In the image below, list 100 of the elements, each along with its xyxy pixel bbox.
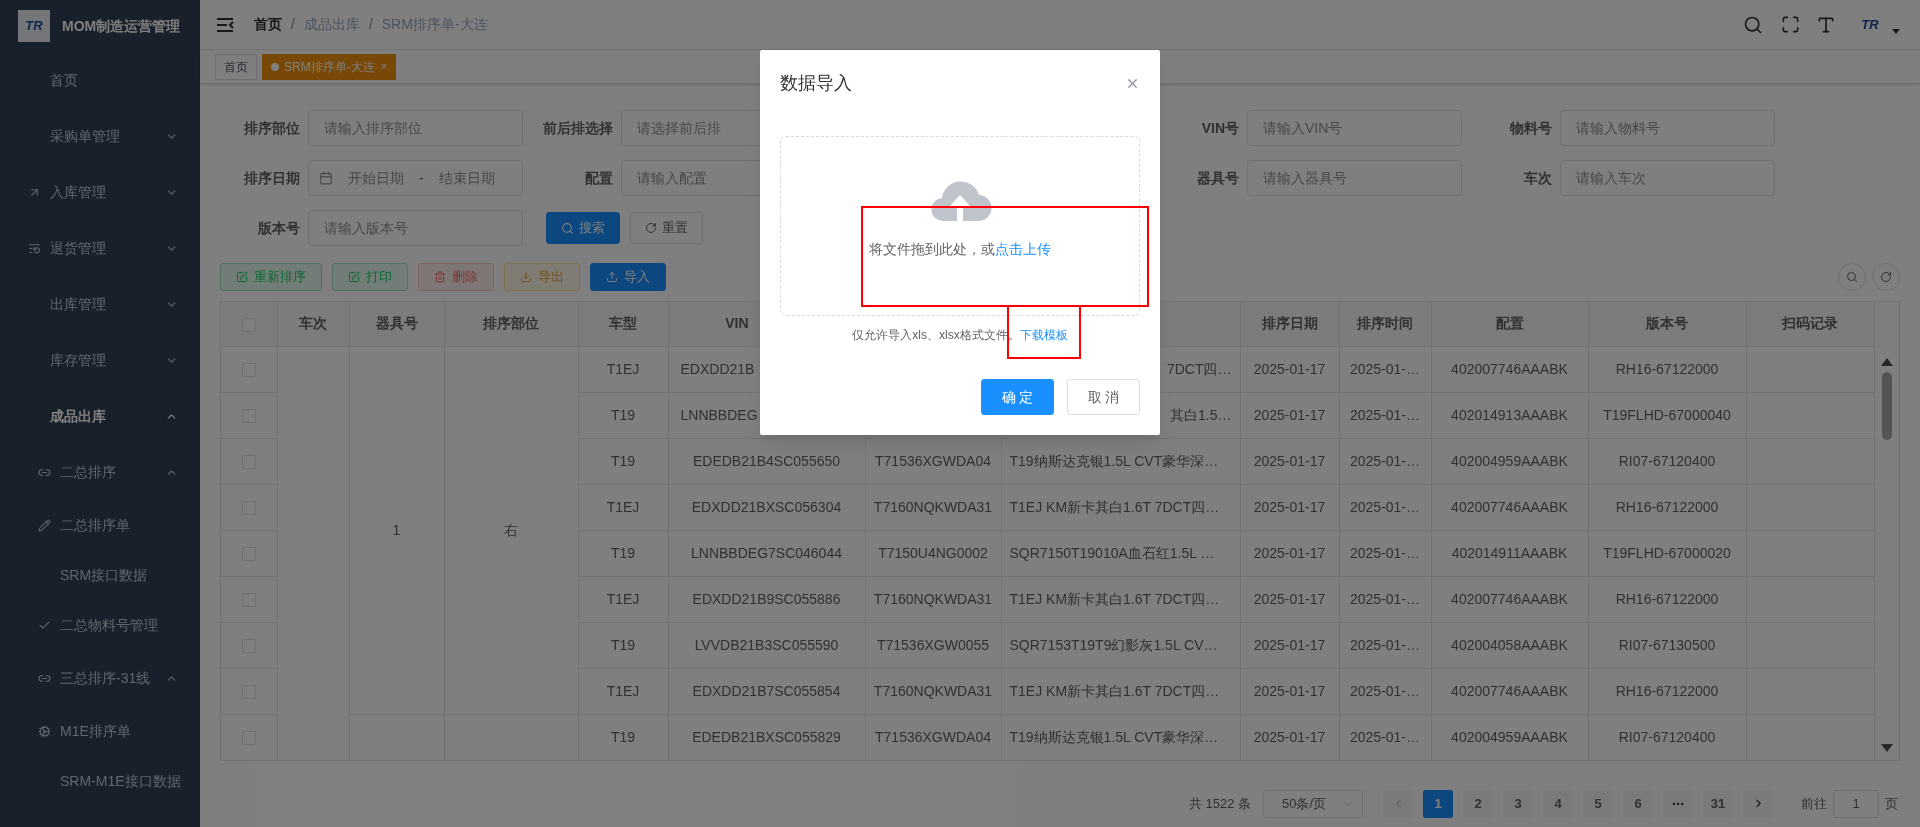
sidebar-item[interactable]: 成品出库 <box>0 388 200 444</box>
table-cell: T19 <box>610 636 636 653</box>
table-cell: 2025-01-… <box>1349 498 1420 515</box>
table-cell: T1EJ <box>606 360 640 377</box>
table-cell: 2025-01-… <box>1349 682 1420 699</box>
total-count: 共 1522 条 <box>1188 794 1251 813</box>
table-cell: 402007746AAABK <box>1451 590 1568 607</box>
dialog-title: 数据导入 <box>780 71 853 95</box>
cancel-button[interactable]: 取 消 <box>1067 379 1140 415</box>
table-cell: 2025-01-17 <box>1253 406 1326 423</box>
sidebar-item[interactable]: 库存管理 <box>0 332 200 388</box>
breadcrumb-separator: / <box>368 15 373 34</box>
page-button[interactable]: 5 <box>1583 789 1613 818</box>
table-cell: 2025-01-17 <box>1253 360 1326 377</box>
table-cell: LNNBBDEG <box>680 406 758 423</box>
sidebar-item[interactable]: M1E排序单 <box>0 706 200 756</box>
page-tab[interactable]: SRM排序单-大连 × <box>262 53 397 80</box>
table-cell: SQR7150T19010A血石红1.5L … <box>1009 544 1215 561</box>
goto-page-field[interactable]: 1 <box>1833 789 1879 818</box>
page-button[interactable]: 31 <box>1703 789 1733 818</box>
column-header: 扫码记录 <box>1782 315 1838 332</box>
table-cell: RI07-67130500 <box>1618 636 1716 653</box>
table-cell: T19FLHD-67000020 <box>1603 544 1731 561</box>
table-cell: 2025-01-… <box>1349 452 1420 469</box>
sidebar-item[interactable]: 退货管理 <box>0 220 200 276</box>
toolbar-button[interactable]: 导出 <box>504 263 580 291</box>
table-cell: T19纳斯达克银1.5L CVT豪华深… <box>1009 452 1219 469</box>
table-cell: 2025-01-17 <box>1253 728 1326 745</box>
column-header: 车型 <box>609 315 637 332</box>
column-header: 排序部位 <box>483 315 539 332</box>
breadcrumb-separator: / <box>291 15 295 34</box>
filter-label: 配置 <box>584 168 613 188</box>
table-cell: T19 <box>610 452 636 469</box>
page-button[interactable]: 3 <box>1503 789 1533 818</box>
table-cell: 402014913AAABK <box>1451 406 1568 423</box>
confirm-button[interactable]: 确 定 <box>981 379 1054 415</box>
table-cell: T1EJ <box>606 590 640 607</box>
toolbar-button[interactable]: 导入 <box>590 263 666 291</box>
table-cell: RI07-67120400 <box>1618 452 1716 469</box>
page-button[interactable]: 2 <box>1463 789 1493 818</box>
table-cell: T19纳斯达克银1.5L CVT豪华深… <box>1009 728 1219 745</box>
toolbar-button[interactable]: 删除 <box>418 263 494 291</box>
table-cell: EDEDB21BXSC055829 <box>692 728 841 745</box>
tab-close[interactable]: × <box>380 58 388 75</box>
goto-suffix: 页 <box>1885 794 1898 813</box>
table-cell: T71536XGWDA04 <box>875 728 991 745</box>
reset-button[interactable]: 重置 <box>630 212 703 244</box>
search-button[interactable]: 搜索 <box>546 212 620 244</box>
table-cell: RH16-67122000 <box>1615 590 1719 607</box>
table-cell: T7160NQKWDA31 <box>873 498 993 515</box>
column-header: 排序时间 <box>1357 315 1413 332</box>
breadcrumb-item[interactable]: 首页 <box>254 14 282 35</box>
table-cell: 402004959AAABK <box>1451 728 1568 745</box>
sidebar-item[interactable]: 采购单管理 <box>0 108 200 164</box>
page-tab[interactable]: 首页 <box>215 53 257 80</box>
table-cell: T7160NQKWDA31 <box>873 682 993 699</box>
filter-label: 物料号 <box>1508 118 1552 138</box>
table-cell: 2025-01-17 <box>1253 590 1326 607</box>
table-cell: 402007746AAABK <box>1451 682 1568 699</box>
column-header: 排序日期 <box>1261 315 1318 332</box>
sidebar-item[interactable]: 出库管理 <box>0 276 200 332</box>
page-size-select[interactable]: 50条/页 <box>1263 789 1363 818</box>
account-logo[interactable]: TR <box>1854 11 1886 38</box>
table-cell: 2025-01-… <box>1349 590 1420 607</box>
table-cell: EDXDD21BXSC056304 <box>691 498 842 515</box>
table-cell: 402004058AAABK <box>1451 636 1568 653</box>
filter-label: 器具号 <box>1196 168 1239 188</box>
table-cell: 2025-01-17 <box>1253 498 1326 515</box>
table-cell: 2025-01-17 <box>1253 544 1326 561</box>
sidebar-item[interactable]: 入库管理 <box>0 164 200 220</box>
column-header: 器具号 <box>375 315 418 332</box>
table-cell: 2025-01-… <box>1349 360 1420 377</box>
page-button[interactable]: 1 <box>1423 789 1453 818</box>
template-link[interactable]: 下载模板 <box>1019 326 1068 344</box>
table-cell: LVVDB21B3SC055590 <box>694 636 839 653</box>
table-cell: T71536XGW0055 <box>876 636 990 653</box>
toolbar-button[interactable]: 打印 <box>332 263 408 291</box>
table-cell: EDEDB21B4SC055650 <box>692 452 841 469</box>
table-cell: T19 <box>610 406 636 423</box>
table-cell: 2025-01-… <box>1349 544 1420 561</box>
table-cell: T7160NQKWDA31 <box>873 590 993 607</box>
goto-label: 前往 <box>1801 794 1827 813</box>
table-cell: 右 <box>504 521 518 538</box>
filter-label: VIN号 <box>1200 118 1239 138</box>
table-cell: RH16-67122000 <box>1615 498 1719 515</box>
upload-link[interactable]: 点击上传 <box>995 239 1051 260</box>
sidebar-item[interactable]: 首页 <box>0 52 200 108</box>
table-cell: 2025-01-… <box>1349 728 1420 745</box>
toolbar-button[interactable]: 重新排序 <box>220 263 322 291</box>
table-cell: T19 <box>610 728 636 745</box>
page-button[interactable]: 6 <box>1623 789 1653 818</box>
table-cell: T19FLHD-67000040 <box>1603 406 1731 423</box>
page-button[interactable]: 4 <box>1543 789 1573 818</box>
app-title: MOM制造运营管理 <box>62 16 181 36</box>
table-cell: T1EJ KM新卡其白1.6T 7DCT四… <box>1009 590 1220 607</box>
table-cell: 1 <box>392 521 401 538</box>
table-cell: RH16-67122000 <box>1615 682 1719 699</box>
table-cell: 7DCT四… <box>1166 360 1232 377</box>
upload-dropzone[interactable]: 将文件拖到此处，或点击上传 <box>780 136 1140 316</box>
column-header: 车次 <box>299 315 327 332</box>
